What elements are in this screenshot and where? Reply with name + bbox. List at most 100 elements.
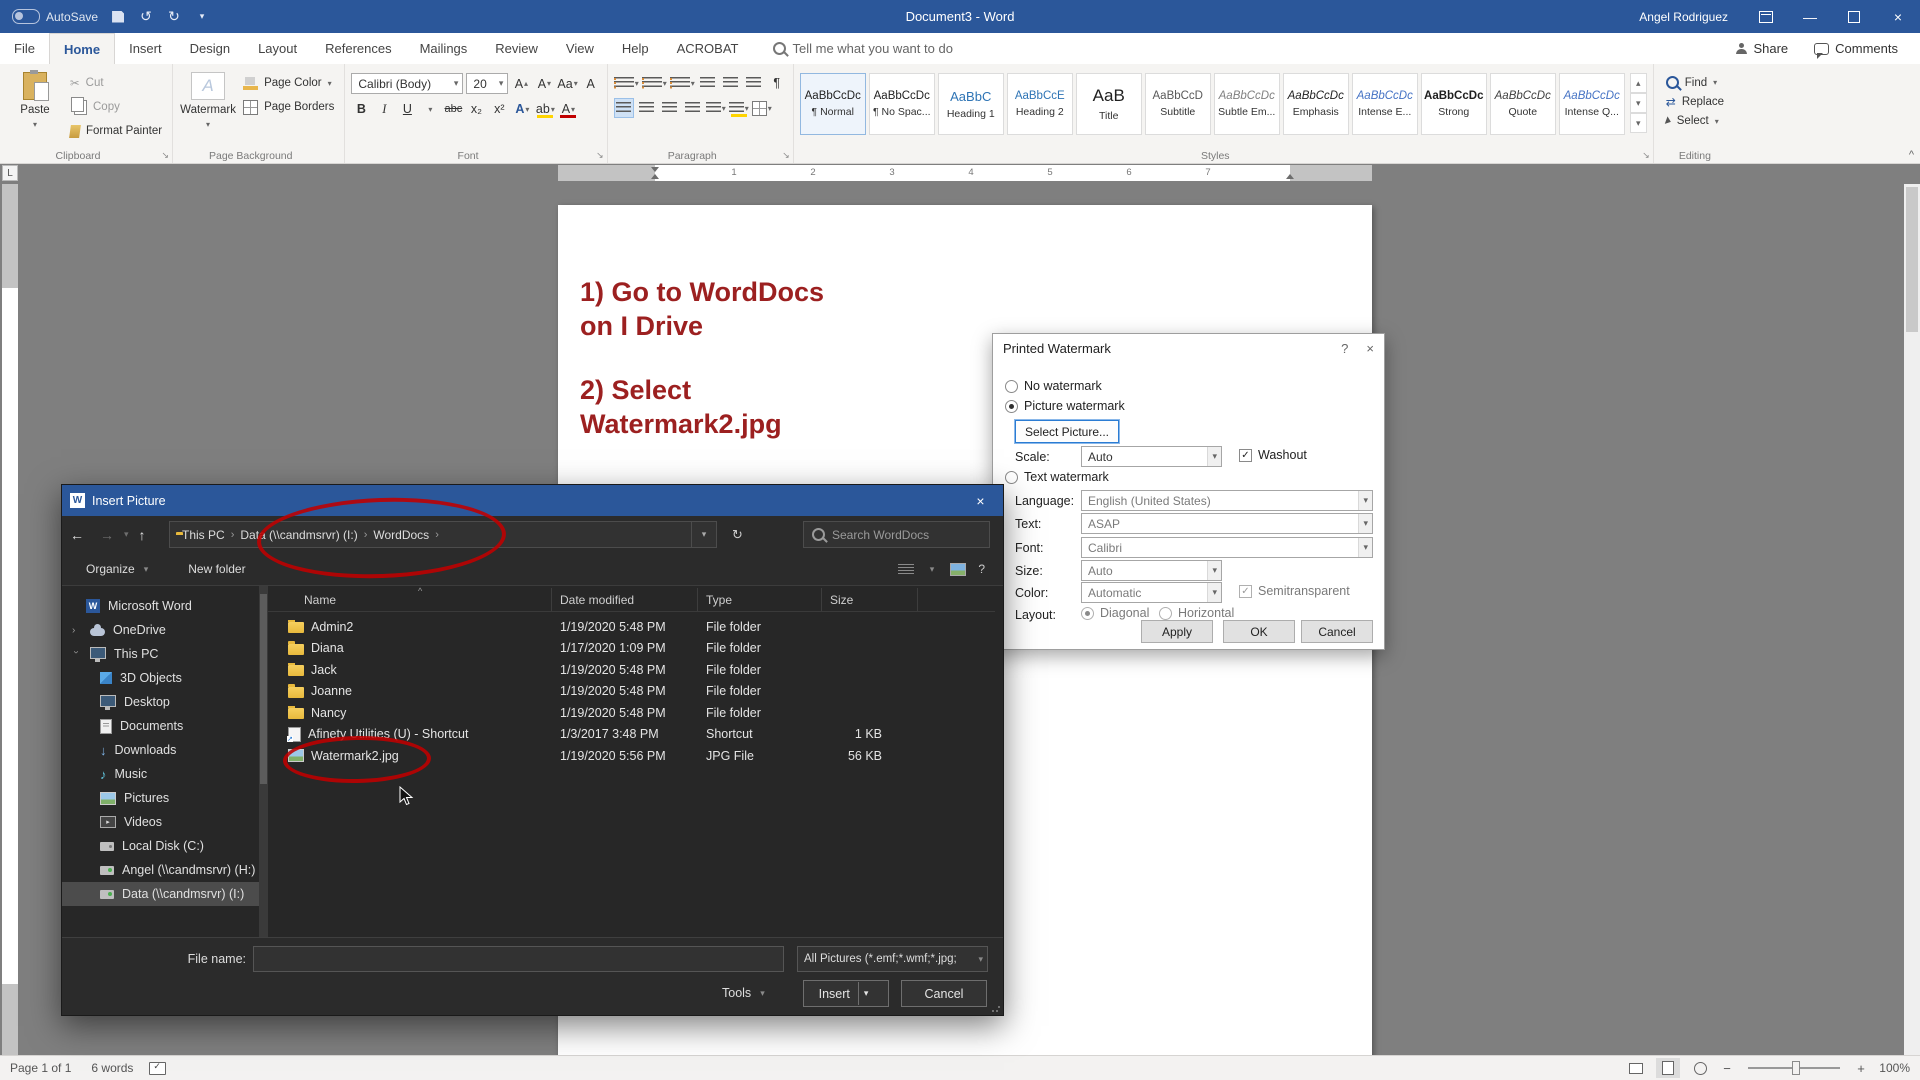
style-intense-emphasis[interactable]: AaBbCcDc Intense E... [1351,73,1418,135]
tab-review[interactable]: Review [481,33,552,64]
underline-dropdown[interactable]: ▾ [420,99,440,119]
sidebar-item-downloads[interactable]: ↓ Downloads [62,738,259,762]
close-button[interactable]: × [1876,0,1920,33]
tab-acrobat[interactable]: ACROBAT [663,33,753,64]
color-select[interactable]: Automatic ▾ [1081,582,1222,603]
select-picture-button[interactable]: Select Picture... [1015,420,1119,443]
semitransparent-checkbox[interactable]: Semitransparent [1239,584,1350,598]
sidebar-item-onedrive[interactable]: › OneDrive [62,618,259,642]
tab-help[interactable]: Help [608,33,663,64]
vertical-ruler[interactable] [2,184,18,1056]
zoom-slider[interactable] [1748,1061,1840,1075]
bullets-button[interactable]: ▾ [613,73,639,93]
customize-qat-button[interactable]: ▾ [194,6,210,28]
breadcrumb-data-drive[interactable]: Data (\\candmsrvr) (I:) [234,528,363,542]
style-quote[interactable]: AaBbCcDc Quote [1489,73,1556,135]
clear-formatting-button[interactable]: A [581,74,601,94]
address-bar[interactable]: This PC › Data (\\candmsrvr) (I:) › Word… [169,521,717,548]
web-layout-button[interactable] [1688,1058,1712,1078]
undo-button[interactable]: ↺ [138,6,154,28]
tab-insert[interactable]: Insert [115,33,176,64]
change-case-button[interactable]: Aa ▾ [557,74,577,94]
highlight-button[interactable]: ab ▾ [535,99,555,119]
replace-button[interactable]: ⇄ Replace [1666,95,1724,109]
sidebar-item-this-pc[interactable]: › This PC [62,642,259,666]
help-button[interactable]: ? [1341,341,1348,356]
sidebar-item-angel-h-drive[interactable]: Angel (\\candmsrvr) (H:) [62,858,259,882]
minimize-button[interactable]: — [1788,0,1832,33]
picture-watermark-radio[interactable]: Picture watermark [1005,399,1125,413]
breadcrumb-worddocs[interactable]: WordDocs [367,528,435,542]
file-row-admin2[interactable]: Admin2 1/19/2020 5:48 PM File folder [268,616,995,638]
cut-button[interactable]: ✂ Cut [66,73,166,93]
file-row-joanne[interactable]: Joanne 1/19/2020 5:48 PM File folder [268,681,995,703]
increase-indent-button[interactable] [721,73,741,93]
sidebar-item-pictures[interactable]: Pictures [62,786,259,810]
style-subtle-emphasis[interactable]: AaBbCcDc Subtle Em... [1213,73,1280,135]
text-select[interactable]: ASAP ▾ [1081,513,1373,534]
page-indicator[interactable]: Page 1 of 1 [0,1061,81,1075]
scale-select[interactable]: Auto ▾ [1081,446,1222,467]
tell-me-box[interactable]: Tell me what you want to do [772,33,953,64]
underline-button[interactable]: U [397,99,417,119]
sidebar-item-music[interactable]: ♪ Music [62,762,259,786]
dialog-launcher[interactable]: ↘ [1642,150,1650,161]
file-row-watermark2-jpg[interactable]: Watermark2.jpg 1/19/2020 5:56 PM JPG Fil… [268,745,995,767]
sidebar-item-videos[interactable]: Videos [62,810,259,834]
size-select[interactable]: Auto ▾ [1081,560,1222,581]
decrease-indent-button[interactable] [698,73,718,93]
sort-button[interactable] [744,73,764,93]
shrink-font-button[interactable]: A ▾ [534,74,554,94]
breadcrumb-this-pc[interactable]: This PC [176,528,231,542]
column-header-name[interactable]: Name [268,588,552,611]
dialog-launcher[interactable]: ↘ [596,150,604,161]
style-heading-1[interactable]: AaBbC Heading 1 [937,73,1004,135]
paste-button[interactable]: Paste ▾ [6,68,64,147]
copy-button[interactable]: Copy [66,96,166,117]
italic-button[interactable]: I [374,99,394,119]
views-dropdown-button[interactable]: ▾ [926,564,939,575]
insert-button[interactable]: Insert ▾ [803,980,889,1007]
file-row-diana[interactable]: Diana 1/17/2020 1:09 PM File folder [268,638,995,660]
style-subtitle[interactable]: AaBbCcD Subtitle [1144,73,1211,135]
sidebar-scrollbar[interactable] [259,586,268,938]
ok-button[interactable]: OK [1223,620,1295,643]
resize-grip[interactable] [991,1003,1001,1013]
document-scrollbar[interactable] [1904,184,1920,1056]
style-intense-quote[interactable]: AaBbCcDc Intense Q... [1558,73,1625,135]
style-normal[interactable]: AaBbCcDc ¶ Normal [799,73,866,135]
sidebar-item-3d-objects[interactable]: 3D Objects [62,666,259,690]
washout-checkbox[interactable]: Washout [1239,448,1307,462]
new-folder-button[interactable]: New folder [188,562,245,576]
strikethrough-button[interactable]: abc [443,99,463,119]
indent-marker[interactable] [651,174,659,179]
recent-locations-button[interactable]: ▾ [122,529,131,540]
file-name-input[interactable] [253,946,784,972]
tab-layout[interactable]: Layout [244,33,311,64]
line-spacing-button[interactable]: ▾ [705,98,726,118]
sidebar-item-local-disk-c[interactable]: Local Disk (C:) [62,834,259,858]
bold-button[interactable]: B [351,99,371,119]
details-view-button[interactable] [897,563,914,575]
column-header-date-modified[interactable]: Date modified [552,588,698,611]
address-dropdown-button[interactable]: ▾ [691,522,716,547]
cancel-button[interactable]: Cancel [1301,620,1373,643]
language-select[interactable]: English (United States) ▾ [1081,490,1373,511]
gallery-down-button[interactable]: ▾ [1629,93,1647,113]
show-marks-button[interactable]: ¶ [767,73,787,93]
tab-design[interactable]: Design [176,33,244,64]
tab-mailings[interactable]: Mailings [406,33,482,64]
column-header-size[interactable]: Size [822,588,918,611]
insert-dropdown-button[interactable]: ▾ [857,982,874,1005]
preview-pane-button[interactable] [950,562,967,576]
search-box[interactable]: Search WordDocs [803,521,990,548]
style-strong[interactable]: AaBbCcDc Strong [1420,73,1487,135]
tab-view[interactable]: View [552,33,608,64]
zoom-slider-thumb[interactable] [1792,1061,1800,1075]
zoom-out-button[interactable]: − [1720,1061,1734,1076]
dialog-launcher[interactable]: ↘ [782,150,790,161]
superscript-button[interactable]: x² [489,99,509,119]
page-borders-button[interactable]: Page Borders [239,97,338,117]
style-heading-2[interactable]: AaBbCcE Heading 2 [1006,73,1073,135]
ribbon-display-options-button[interactable] [1744,0,1788,33]
